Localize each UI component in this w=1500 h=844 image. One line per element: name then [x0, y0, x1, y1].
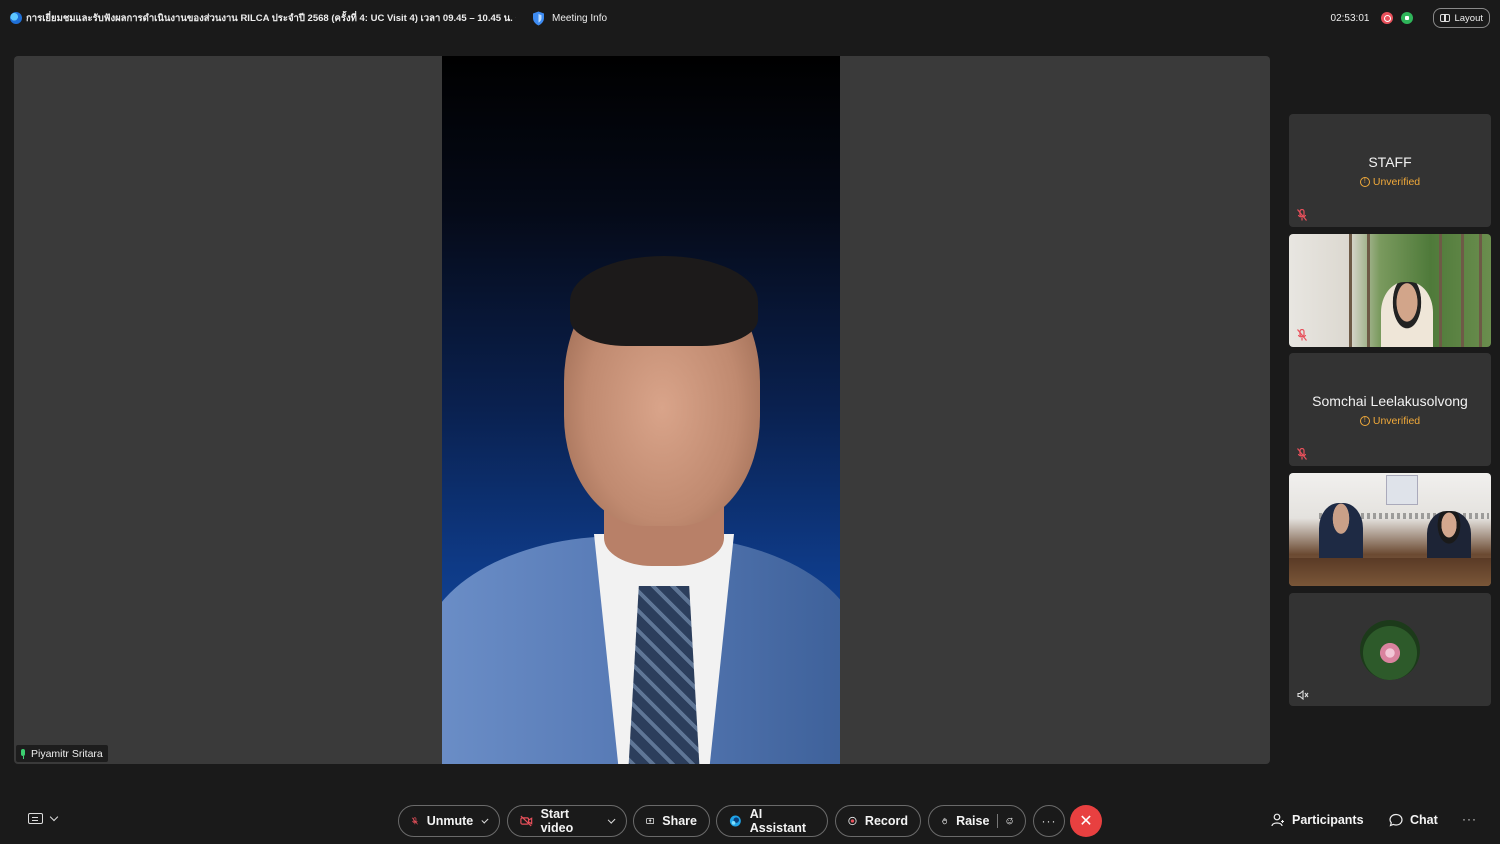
encryption-icon[interactable] — [1401, 12, 1414, 24]
record-button[interactable]: Record — [835, 805, 921, 837]
top-bar: การเยี่ยมชมและรับฟังผลการดำเนินงานของส่ว… — [0, 0, 1500, 36]
participant-video — [1381, 282, 1433, 347]
layout-label: Layout — [1454, 12, 1483, 24]
meeting-timer: 02:53:01 — [1330, 12, 1370, 24]
participant-tile[interactable]: Somchai Leelakusolvong ! Unverified — [1289, 353, 1491, 466]
captions-button[interactable] — [28, 812, 59, 824]
speaker-name-tag: Piyamitr Sritara — [16, 745, 108, 762]
meeting-title: การเยี่ยมชมและรับฟังผลการดำเนินงานของส่ว… — [26, 12, 516, 24]
video-off-icon — [520, 815, 533, 827]
participants-label: Participants — [1292, 813, 1364, 827]
ai-assistant-button[interactable]: AI Assistant — [716, 805, 828, 837]
speaker-off-icon — [1297, 690, 1309, 700]
participant-tile[interactable]: STAFF ! Unverified — [1289, 114, 1491, 227]
start-video-label: Start video — [540, 807, 574, 835]
mic-on-icon — [20, 748, 26, 759]
chevron-down-icon — [481, 816, 489, 823]
main-stage[interactable]: Piyamitr Sritara — [14, 56, 1270, 764]
record-icon — [848, 816, 857, 826]
layout-icon — [1440, 14, 1451, 22]
unmute-button[interactable]: Unmute — [398, 805, 500, 837]
mic-off-icon — [1297, 329, 1307, 341]
chat-icon — [1389, 813, 1403, 827]
top-right-controls: 02:53:01 Layout — [1331, 8, 1490, 28]
info-icon: ! — [1359, 416, 1370, 426]
avatar — [1360, 620, 1420, 680]
verification-status: ! Unverified — [1289, 415, 1491, 427]
participants-button[interactable]: Participants — [1271, 813, 1364, 827]
share-icon — [646, 817, 655, 825]
participants-icon — [1271, 813, 1284, 827]
start-video-button[interactable]: Start video — [507, 805, 627, 837]
info-icon: ! — [1359, 177, 1370, 187]
chat-button[interactable]: Chat — [1389, 813, 1438, 827]
unmute-label: Unmute — [426, 814, 474, 828]
leave-meeting-button[interactable]: ✕ — [1070, 805, 1102, 837]
overflow-menu-button[interactable]: ··· — [1462, 812, 1477, 826]
shield-icon — [533, 11, 544, 25]
chevron-down-icon — [607, 815, 616, 824]
chevron-down-icon — [49, 812, 59, 822]
close-icon: ✕ — [1079, 813, 1093, 830]
participant-name: Somchai Leelakusolvong — [1312, 393, 1468, 409]
reaction-icon[interactable] — [1006, 814, 1013, 828]
record-label: Record — [864, 814, 908, 828]
mic-off-icon — [1297, 209, 1307, 221]
record-indicator-icon[interactable] — [1381, 12, 1394, 24]
meeting-room-video-tile[interactable] — [1289, 473, 1491, 586]
raise-label: Raise — [956, 814, 990, 828]
active-speaker-video — [442, 56, 840, 764]
captions-icon — [28, 813, 43, 824]
mic-off-icon — [1297, 448, 1307, 460]
speaker-name: Piyamitr Sritara — [31, 747, 103, 760]
layout-button[interactable]: Layout — [1433, 8, 1490, 28]
share-button[interactable]: Share — [633, 805, 710, 837]
ai-assistant-icon — [729, 815, 741, 827]
share-label: Share — [662, 814, 697, 828]
participant-name: STAFF — [1368, 154, 1412, 170]
ai-assistant-label: AI Assistant — [749, 807, 807, 835]
meeting-info-label: Meeting Info — [552, 12, 608, 24]
raise-hand-button[interactable]: Raise — [928, 805, 1026, 837]
bottom-toolbar: Unmute Start video Share AI Assistant Re… — [0, 796, 1500, 844]
more-options-button[interactable]: ··· — [1033, 805, 1065, 837]
webex-logo-icon — [10, 12, 22, 24]
chat-label: Chat — [1410, 813, 1438, 827]
raise-hand-icon — [942, 817, 947, 825]
participant-avatar-tile[interactable] — [1289, 593, 1491, 706]
meeting-info-button[interactable]: Meeting Info — [532, 11, 607, 26]
mic-off-icon — [411, 817, 418, 825]
verification-status: ! Unverified — [1289, 176, 1491, 188]
participant-video-tile[interactable] — [1289, 234, 1491, 347]
